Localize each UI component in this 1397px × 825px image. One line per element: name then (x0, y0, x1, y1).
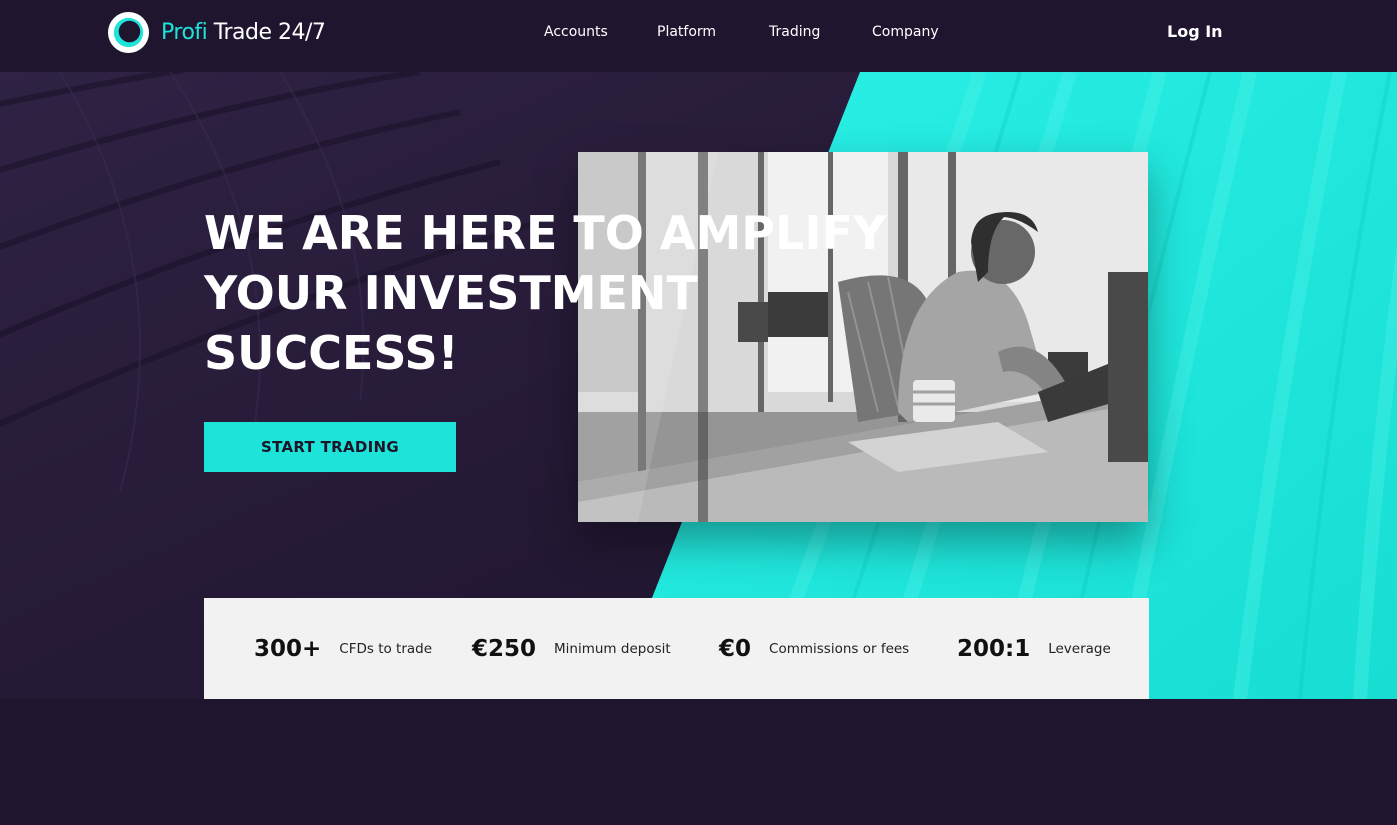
stat-value: 300+ (254, 635, 322, 662)
headline-line-1: WE ARE HERE TO AMPLIFY (204, 206, 887, 260)
stat-value: 200:1 (957, 635, 1031, 662)
hero-headline: WE ARE HERE TO AMPLIFY YOUR INVESTMENT S… (204, 203, 904, 383)
stat-label: Minimum deposit (554, 640, 671, 657)
headline-line-3: SUCCESS! (204, 326, 459, 380)
site-header: Profi Trade 24/7 Accounts Platform Tradi… (0, 0, 1397, 72)
nav-item-accounts[interactable]: Accounts (544, 24, 608, 40)
page-bottom (0, 699, 1397, 825)
stat-leverage: 200:1 Leverage (957, 598, 1111, 699)
stat-min-deposit: €250 Minimum deposit (472, 598, 671, 699)
stats-bar: 300+ CFDs to trade €250 Minimum deposit … (204, 598, 1149, 699)
stat-cfds: 300+ CFDs to trade (254, 598, 432, 699)
stat-value: €250 (472, 635, 537, 662)
nav-item-platform[interactable]: Platform (657, 24, 716, 40)
start-trading-button[interactable]: START TRADING (204, 422, 456, 472)
nav-item-trading[interactable]: Trading (769, 24, 820, 40)
login-link[interactable]: Log In (1167, 22, 1223, 41)
nav-item-company[interactable]: Company (872, 24, 939, 40)
headline-line-2: YOUR INVESTMENT (204, 266, 698, 320)
stat-value: €0 (719, 635, 752, 662)
stat-label: CFDs to trade (339, 640, 433, 657)
stat-label: Commissions or fees (769, 640, 910, 657)
landing-page: Profi Trade 24/7 Accounts Platform Tradi… (0, 0, 1397, 825)
stat-label: Leverage (1048, 640, 1111, 657)
stat-commissions: €0 Commissions or fees (719, 598, 909, 699)
